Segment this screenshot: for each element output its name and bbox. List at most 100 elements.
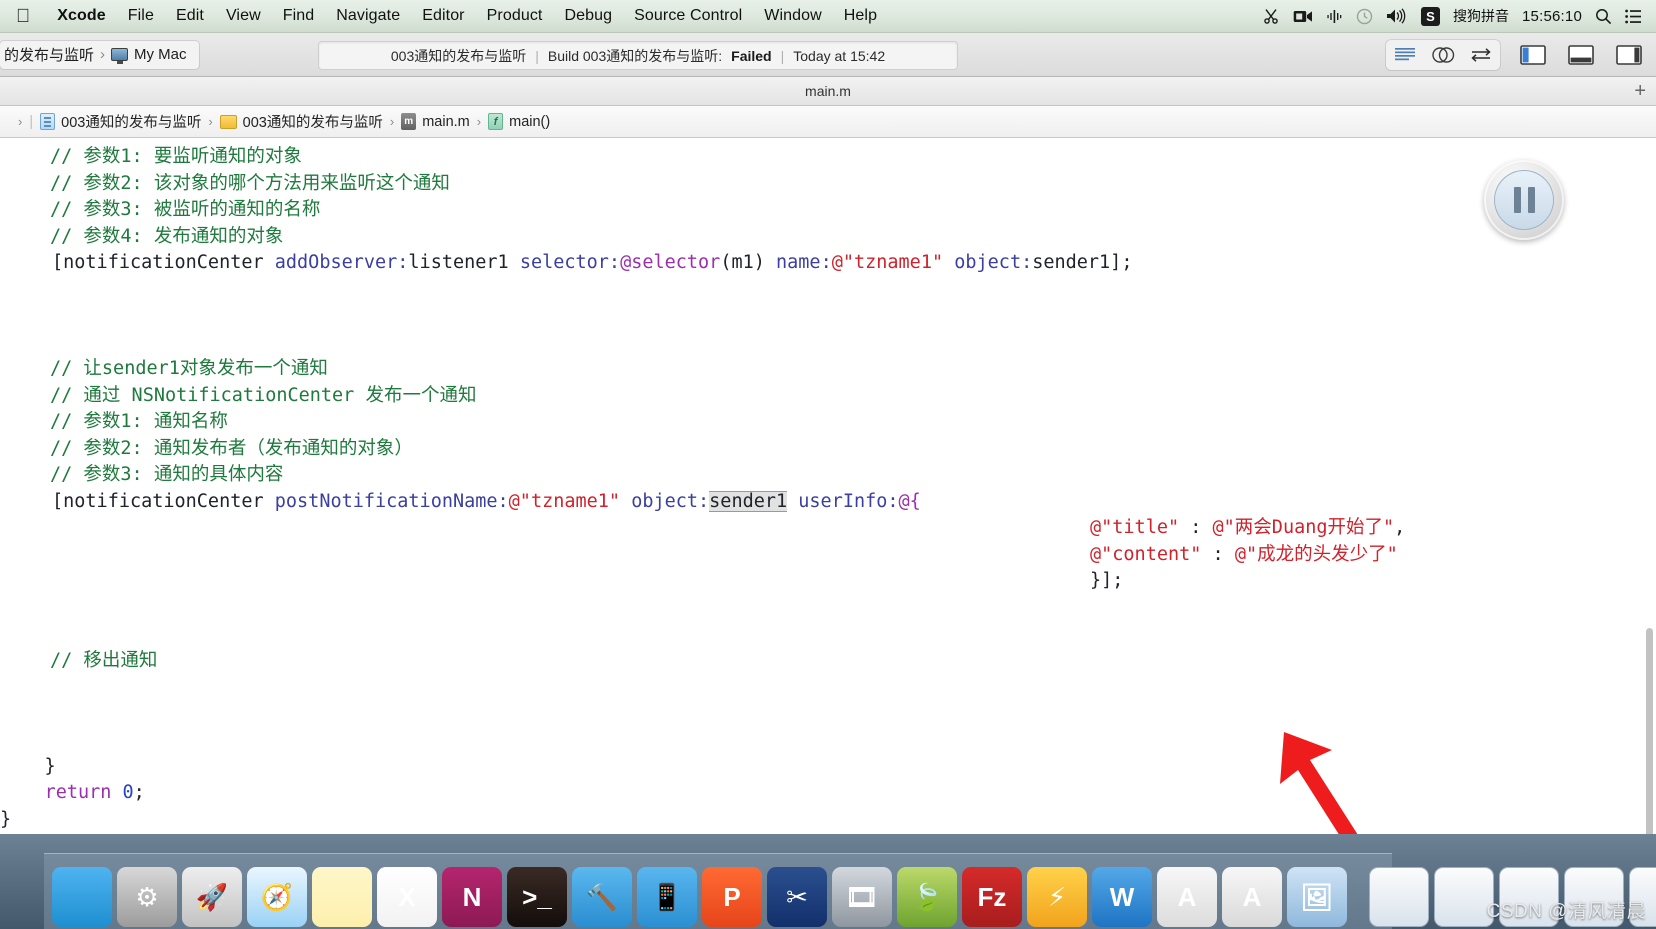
scheme-separator: ›	[100, 46, 106, 63]
menu-item-xcode[interactable]: Xcode	[46, 7, 117, 25]
screen-recorder-icon[interactable]	[1293, 9, 1313, 24]
dock-item-movie-player[interactable]: 🎞	[832, 867, 892, 927]
code-token: listener1	[408, 252, 520, 273]
toggle-utilities-icon[interactable]	[1612, 43, 1646, 67]
dock-item-finder[interactable]	[52, 867, 112, 927]
dock-item-notes[interactable]	[312, 867, 372, 927]
assistant-editor-icon[interactable]	[1424, 40, 1462, 70]
code-token: @"tzname1"	[508, 490, 621, 512]
ime-badge[interactable]: S	[1421, 6, 1440, 26]
breadcrumb-item-3[interactable]: m main.m	[401, 113, 470, 130]
pause-button[interactable]	[1484, 160, 1564, 240]
code-editor[interactable]: // 参数1: 要监听通知的对象 // 参数2: 该对象的哪个方法用来监听这个通知…	[0, 138, 1656, 834]
dock-item-keynote[interactable]: A	[1222, 867, 1282, 927]
dock-minimized-window-2[interactable]	[1434, 867, 1494, 927]
menu-item-navigate[interactable]: Navigate	[325, 7, 411, 25]
code-line: @"title" : @"两会Duang开始了",	[0, 515, 1656, 542]
code-line: }	[0, 754, 1656, 781]
toggle-navigator-icon[interactable]	[1516, 43, 1550, 67]
menu-item-editor[interactable]: Editor	[411, 7, 475, 25]
menu-item-view[interactable]: View	[215, 7, 272, 25]
code-token: // 移出通知	[50, 649, 158, 671]
code-token: // 参数2: 该对象的哪个方法用来监听这个通知	[50, 172, 450, 194]
dock-item-simulator[interactable]: 📱	[637, 867, 697, 927]
code-token: selector:	[519, 252, 621, 273]
jumpbar-back-chevron-icon[interactable]: ›	[18, 114, 22, 129]
status-divider-2: |	[780, 47, 785, 64]
code-line: }	[0, 807, 1656, 834]
menu-item-help[interactable]: Help	[833, 7, 888, 25]
code-token: (m1)	[720, 252, 777, 273]
tab-main-m[interactable]: main.m	[805, 83, 851, 99]
apple-logo-icon[interactable]: 	[16, 7, 30, 26]
dock-item-thunder[interactable]: ⚡	[1027, 867, 1087, 927]
wifi-icon[interactable]	[1326, 9, 1343, 24]
code-token: :	[1179, 517, 1213, 538]
dock-item-onenote[interactable]: N	[442, 867, 502, 927]
menu-item-file[interactable]: File	[117, 7, 165, 25]
macos-menu-bar:  XcodeFileEditViewFindNavigateEditorPro…	[0, 0, 1656, 33]
menu-item-product[interactable]: Product	[476, 7, 554, 25]
breadcrumb-label: 003通知的发布与监听	[242, 115, 383, 131]
code-token: ,	[1394, 517, 1406, 538]
menu-item-edit[interactable]: Edit	[165, 7, 215, 25]
dock-item-excel[interactable]: X	[377, 867, 437, 927]
dock-item-terminal[interactable]: >_	[507, 867, 567, 927]
breadcrumb-separator: ›	[208, 114, 213, 129]
dock-item-launchpad[interactable]: 🚀	[182, 867, 242, 927]
dock-item-phonegap[interactable]: P	[702, 867, 762, 927]
standard-editor-icon[interactable]	[1386, 40, 1424, 70]
code-token: @selector	[620, 252, 721, 273]
add-tab-button[interactable]: +	[1634, 81, 1646, 101]
code-token: // 参数2: 通知发布者（发布通知的对象）	[50, 437, 413, 459]
code-token: @"content"	[1090, 543, 1202, 565]
code-token: postNotificationName:	[274, 490, 509, 512]
breadcrumb-separator: ›	[389, 114, 395, 129]
time-machine-icon[interactable]	[1356, 8, 1373, 25]
code-line: // 参数2: 该对象的哪个方法用来监听这个通知	[0, 171, 1656, 198]
dock-item-preview[interactable]: 🖼	[1287, 867, 1347, 927]
notification-center-icon[interactable]	[1625, 9, 1642, 24]
dock-item-hipo[interactable]: 🍃	[897, 867, 957, 927]
dock-minimized-window-1[interactable]	[1369, 867, 1429, 927]
code-line: @"content" : @"成龙的头发少了"	[0, 542, 1656, 569]
code-token: return	[44, 782, 112, 803]
dock-item-filezilla[interactable]: Fz	[962, 867, 1022, 927]
toggle-debug-area-icon[interactable]	[1564, 43, 1598, 67]
breadcrumb-label: 003通知的发布与监听	[61, 115, 202, 131]
dock-item-wps-writer[interactable]: W	[1092, 867, 1152, 927]
code-line: // 让sender1对象发布一个通知	[0, 356, 1656, 383]
dock-item-pages[interactable]: A	[1157, 867, 1217, 927]
scissors-icon[interactable]	[1263, 8, 1280, 25]
dock-item-safari[interactable]: 🧭	[247, 867, 307, 927]
breadcrumb: › | 003通知的发布与监听 › 003通知的发布与监听 › m main.m › f mai…	[0, 106, 1656, 138]
version-editor-icon[interactable]	[1462, 40, 1500, 70]
desktop-area: ⚙🚀🧭XN>_🔨📱P✂🎞🍃Fz⚡WAA🖼 ⎊ CSDN @清风清晨	[0, 834, 1656, 929]
code-line: // 通过 NSNotificationCenter 发布一个通知	[0, 383, 1656, 410]
code-token: // 参数4: 发布通知的对象	[50, 225, 284, 247]
breadcrumb-item-4[interactable]: f main()	[488, 113, 550, 130]
menu-item-find[interactable]: Find	[272, 7, 326, 25]
code-token: // 通过 NSNotificationCenter 发布一个通知	[50, 384, 477, 406]
code-token: sender1	[709, 490, 788, 512]
search-icon[interactable]	[1595, 8, 1612, 25]
breadcrumb-item-2[interactable]: 003通知的发布与监听	[219, 111, 383, 132]
ime-label[interactable]: 搜狗拼音	[1453, 6, 1509, 26]
volume-icon[interactable]	[1386, 8, 1408, 24]
breadcrumb-item-1[interactable]: 003通知的发布与监听	[40, 111, 201, 132]
dock-item-system-preferences[interactable]: ⚙	[117, 867, 177, 927]
menu-item-debug[interactable]: Debug	[553, 7, 623, 25]
breadcrumb-label: main.m	[422, 113, 470, 130]
code-token: // 参数3: 通知的具体内容	[50, 464, 284, 485]
menu-item-source-control[interactable]: Source Control	[623, 7, 753, 25]
menu-item-window[interactable]: Window	[753, 7, 833, 25]
dock-item-sketch-tool[interactable]: ✂	[767, 867, 827, 927]
code-line: // 移出通知	[0, 648, 1656, 675]
menu-bar-clock[interactable]: 15:56:10	[1522, 8, 1582, 25]
dock-item-xcode[interactable]: 🔨	[572, 867, 632, 927]
editor-vertical-scrollbar[interactable]	[1646, 628, 1653, 834]
scheme-selector[interactable]: 的发布与监听 › My Mac	[0, 40, 199, 69]
